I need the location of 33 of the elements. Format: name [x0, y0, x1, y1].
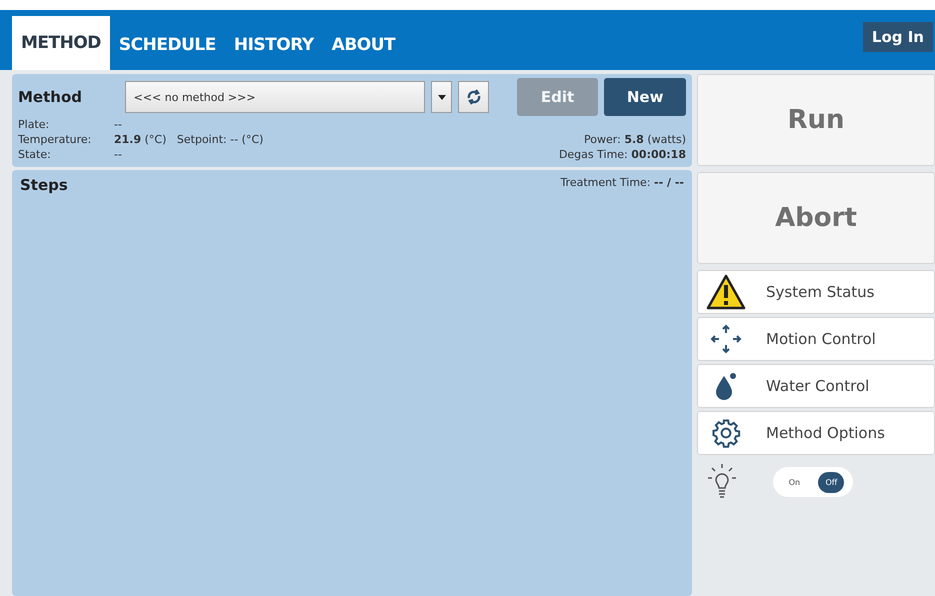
power-info: Power: 5.8 (watts): [584, 133, 686, 146]
warning-icon: [706, 274, 746, 310]
method-label: Method: [18, 88, 83, 106]
login-button[interactable]: Log In: [862, 22, 933, 52]
temperature-info: Temperature: 21.9 (°C) Setpoint: -- (°C): [18, 133, 264, 146]
tab[interactable]: ABOUT: [322, 20, 404, 70]
menu-item[interactable]: Motion Control: [697, 317, 935, 361]
action-button[interactable]: Run: [697, 74, 935, 166]
tab[interactable]: SCHEDULE: [110, 20, 225, 70]
treatment-time: Treatment Time: -- / --: [560, 176, 684, 189]
refresh-icon: [466, 88, 482, 106]
method-select[interactable]: <<< no method >>>: [124, 81, 425, 113]
refresh-button[interactable]: [458, 81, 490, 113]
menu-item[interactable]: System Status: [697, 270, 935, 314]
toggle-option[interactable]: On: [782, 472, 808, 492]
degas-time-info: Degas Time: 00:00:18: [558, 148, 686, 161]
light-bulb-icon: [707, 463, 737, 501]
tab[interactable]: METHOD: [12, 16, 110, 70]
gear-icon: [711, 418, 741, 448]
caret-icon: [438, 94, 446, 100]
method-action-button[interactable]: New: [604, 78, 686, 116]
move-arrows-icon: [710, 324, 742, 354]
light-toggle[interactable]: On Off: [773, 467, 853, 497]
toggle-option[interactable]: Off: [818, 472, 844, 492]
state-info: State: --: [18, 148, 122, 161]
water-drop-icon: [713, 371, 739, 401]
menu-item[interactable]: Method Options: [697, 411, 935, 455]
plate-info: Plate: --: [18, 118, 122, 131]
steps-title: Steps: [20, 176, 68, 194]
action-button[interactable]: Abort: [697, 172, 935, 264]
dropdown-button[interactable]: [430, 81, 452, 113]
menu-item[interactable]: Water Control: [697, 364, 935, 408]
tab[interactable]: HISTORY: [224, 20, 323, 70]
